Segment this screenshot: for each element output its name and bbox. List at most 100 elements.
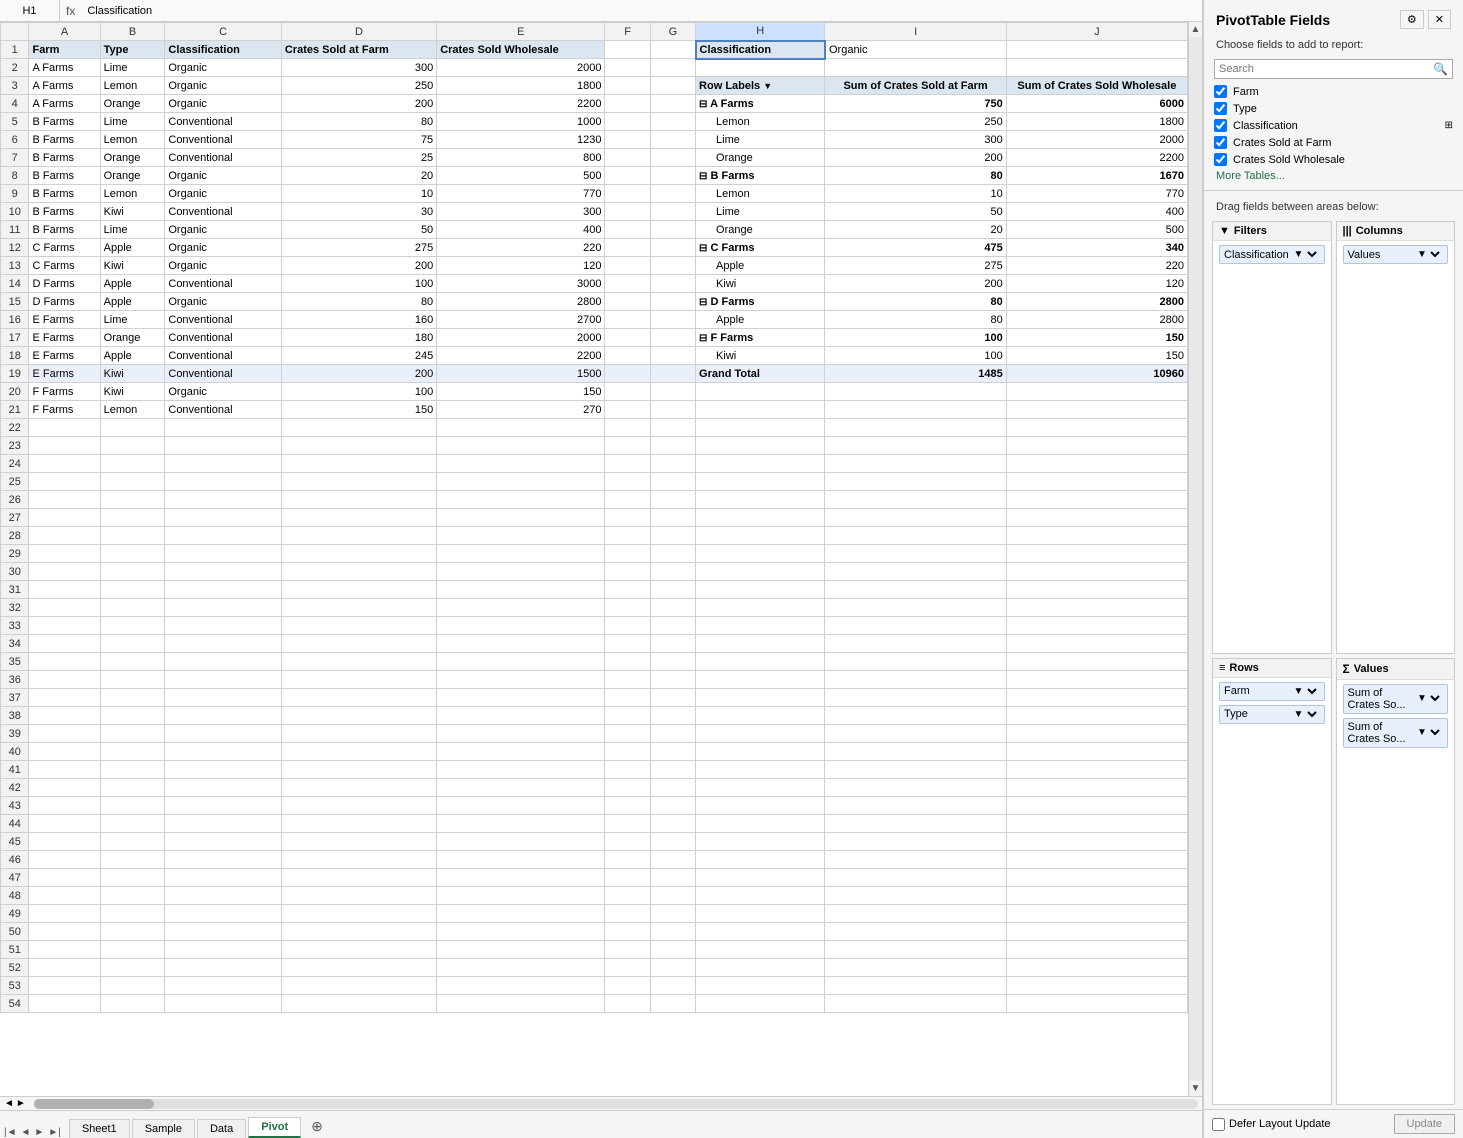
cell-53-3[interactable] [281,977,436,995]
table-row[interactable]: 14D FarmsAppleConventional1003000Kiwi200… [1,275,1188,293]
col-header-C[interactable]: C [165,23,281,41]
row-header-24[interactable]: 24 [1,455,29,473]
row-header-19[interactable]: 19 [1,365,29,383]
cell-49-6[interactable] [650,905,695,923]
h-scroll-thumb[interactable] [34,1099,154,1109]
pivot-gear-btn[interactable]: ⚙ [1400,10,1424,29]
table-row[interactable]: 50 [1,923,1188,941]
row-header-26[interactable]: 26 [1,491,29,509]
table-row[interactable]: 9B FarmsLemonOrganic10770Lemon10770 [1,185,1188,203]
row-header-20[interactable]: 20 [1,383,29,401]
cell-16-2[interactable]: Conventional [165,311,281,329]
cell-31-7[interactable] [696,581,825,599]
cell-36-3[interactable] [281,671,436,689]
row-header-51[interactable]: 51 [1,941,29,959]
cell-6-0[interactable]: B Farms [29,131,100,149]
cell-19-6[interactable] [650,365,695,383]
cell-9-5[interactable] [605,185,650,203]
cell-4-4[interactable]: 2200 [437,95,605,113]
cell-18-8[interactable]: 100 [825,347,1006,365]
cell-20-7[interactable] [696,383,825,401]
cell-11-8[interactable]: 20 [825,221,1006,239]
cell-16-5[interactable] [605,311,650,329]
cell-6-2[interactable]: Conventional [165,131,281,149]
cell-23-9[interactable] [1006,437,1187,455]
cell-41-6[interactable] [650,761,695,779]
col-header-E[interactable]: E [437,23,605,41]
row-header-49[interactable]: 49 [1,905,29,923]
cell-8-4[interactable]: 500 [437,167,605,185]
cell-21-1[interactable]: Lemon [100,401,165,419]
cell-27-0[interactable] [29,509,100,527]
table-row[interactable]: 33 [1,617,1188,635]
cell-36-1[interactable] [100,671,165,689]
cell-46-0[interactable] [29,851,100,869]
cell-47-8[interactable] [825,869,1006,887]
cell-43-3[interactable] [281,797,436,815]
pivot-field-classification[interactable]: Classification⊞ [1214,117,1453,134]
rows-item-select-1[interactable]: ▼ [1290,708,1320,721]
formula-content[interactable]: Classification [81,5,1202,17]
cell-3-5[interactable] [605,77,650,95]
cell-41-4[interactable] [437,761,605,779]
cell-28-2[interactable] [165,527,281,545]
cell-8-7[interactable]: ⊟ B Farms [696,167,825,185]
table-row[interactable]: 47 [1,869,1188,887]
tab-sheet1[interactable]: Sheet1 [69,1119,130,1138]
cell-8-0[interactable]: B Farms [29,167,100,185]
cell-3-3[interactable]: 250 [281,77,436,95]
row-header-22[interactable]: 22 [1,419,29,437]
table-row[interactable]: 44 [1,815,1188,833]
cell-54-6[interactable] [650,995,695,1013]
cell-10-6[interactable] [650,203,695,221]
cell-5-0[interactable]: B Farms [29,113,100,131]
cell-43-5[interactable] [605,797,650,815]
table-row[interactable]: 42 [1,779,1188,797]
cell-47-6[interactable] [650,869,695,887]
cell-12-0[interactable]: C Farms [29,239,100,257]
cell-50-5[interactable] [605,923,650,941]
cell-17-4[interactable]: 2000 [437,329,605,347]
cell-22-6[interactable] [650,419,695,437]
defer-checkbox[interactable] [1212,1118,1225,1131]
cell-16-9[interactable]: 2800 [1006,311,1187,329]
cell-14-2[interactable]: Conventional [165,275,281,293]
table-row[interactable]: 38 [1,707,1188,725]
cell-23-6[interactable] [650,437,695,455]
cell-34-5[interactable] [605,635,650,653]
cell-30-6[interactable] [650,563,695,581]
cell-31-6[interactable] [650,581,695,599]
cell-20-9[interactable] [1006,383,1187,401]
cell-3-4[interactable]: 1800 [437,77,605,95]
row-header-14[interactable]: 14 [1,275,29,293]
cell-25-9[interactable] [1006,473,1187,491]
cell-19-8[interactable]: 1485 [825,365,1006,383]
tab-nav-prev[interactable]: ◄ [21,1127,31,1138]
cell-17-8[interactable]: 100 [825,329,1006,347]
row-header-34[interactable]: 34 [1,635,29,653]
cell-42-4[interactable] [437,779,605,797]
cell-33-7[interactable] [696,617,825,635]
cell-29-1[interactable] [100,545,165,563]
pivot-field-farm[interactable]: Farm [1214,83,1453,100]
cell-39-3[interactable] [281,725,436,743]
cell-4-3[interactable]: 200 [281,95,436,113]
cell-34-2[interactable] [165,635,281,653]
cell-26-6[interactable] [650,491,695,509]
cell-52-4[interactable] [437,959,605,977]
cell-4-5[interactable] [605,95,650,113]
tab-data[interactable]: Data [197,1119,246,1138]
cell-38-6[interactable] [650,707,695,725]
table-row[interactable]: 17E FarmsOrangeConventional1802000⊟ F Fa… [1,329,1188,347]
cell-46-6[interactable] [650,851,695,869]
cell-31-3[interactable] [281,581,436,599]
cell-37-2[interactable] [165,689,281,707]
cell-47-0[interactable] [29,869,100,887]
cell-13-0[interactable]: C Farms [29,257,100,275]
row-header-31[interactable]: 31 [1,581,29,599]
cell-10-7[interactable]: Lime [696,203,825,221]
cell-48-9[interactable] [1006,887,1187,905]
cell-38-7[interactable] [696,707,825,725]
cell-47-5[interactable] [605,869,650,887]
cell-12-4[interactable]: 220 [437,239,605,257]
